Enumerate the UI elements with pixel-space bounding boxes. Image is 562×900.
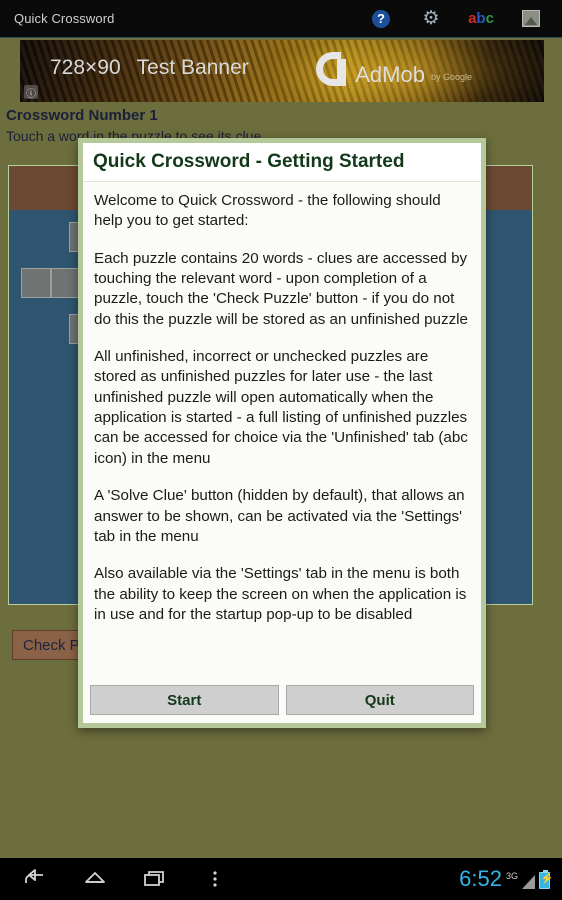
settings-gear-icon[interactable]: ⚙	[418, 6, 444, 32]
battery-charging-icon	[539, 870, 550, 889]
ad-banner-label: 728×90 Test Banner	[50, 56, 249, 80]
device-screen: Quick Crossword ? ⚙ abc 728×90 Test Banne…	[0, 0, 562, 900]
abc-letter-c: c	[485, 10, 494, 27]
ad-size-label: 728×90	[50, 56, 121, 79]
signal-strength-icon	[522, 875, 535, 889]
dialog-paragraph: A 'Solve Clue' button (hidden by default…	[94, 487, 465, 545]
dialog-button-row: Start Quit	[83, 679, 481, 723]
nav-key-group	[22, 866, 228, 892]
recent-apps-icon[interactable]	[142, 866, 168, 892]
page-title: Crossword Number 1	[6, 107, 158, 124]
app-title: Quick Crossword	[14, 11, 115, 26]
dialog-paragraph: All unfinished, incorrect or unchecked p…	[94, 348, 468, 467]
admob-wordmark: AdMob	[355, 61, 425, 87]
dialog-body: Welcome to Quick Crossword - the followi…	[83, 182, 481, 679]
admob-ad-banner[interactable]: 728×90 Test Banner AdMob by Google ⓘ	[20, 40, 544, 102]
settings-gear-icon-glyph: ⚙	[422, 8, 440, 29]
abc-letter-b: b	[476, 10, 486, 27]
dialog-paragraph: Also available via the 'Settings' tab in…	[94, 565, 467, 623]
grid-cell[interactable]	[21, 268, 51, 298]
dialog-paragraph: Each puzzle contains 20 words - clues ar…	[94, 249, 469, 328]
network-type-label: 3G	[505, 871, 518, 881]
ad-info-icon[interactable]: ⓘ	[24, 85, 38, 100]
status-clock: 6:52	[459, 866, 502, 891]
admob-by-google: by Google	[430, 72, 472, 82]
ad-test-banner-label: Test Banner	[136, 56, 249, 79]
dialog-paragraph: Welcome to Quick Crossword - the followi…	[94, 191, 441, 230]
picture-icon[interactable]	[518, 6, 544, 32]
admob-mark-icon	[316, 52, 347, 86]
system-navigation-bar: 6:52 3G	[0, 858, 562, 900]
dialog-title: Quick Crossword - Getting Started	[83, 143, 481, 182]
getting-started-dialog: Quick Crossword - Getting Started Welcom…	[78, 138, 486, 728]
grid-cell[interactable]	[51, 268, 81, 298]
admob-logo: AdMob by Google	[316, 52, 472, 86]
action-bar: Quick Crossword ? ⚙ abc	[0, 0, 562, 38]
unfinished-abc-icon[interactable]: abc	[468, 6, 494, 32]
status-indicators: 6:52 3G	[459, 868, 550, 890]
action-bar-icons: ? ⚙ abc	[368, 6, 544, 32]
start-button[interactable]: Start	[90, 685, 279, 715]
help-icon[interactable]: ?	[368, 6, 394, 32]
back-icon[interactable]	[22, 866, 48, 892]
home-icon[interactable]	[82, 866, 108, 892]
picture-icon-glyph	[522, 10, 540, 27]
abc-icon-letters: abc	[468, 11, 494, 26]
quit-button[interactable]: Quit	[285, 685, 474, 715]
dialog-surface: Quick Crossword - Getting Started Welcom…	[83, 143, 481, 723]
help-icon-glyph: ?	[372, 9, 390, 28]
overflow-menu-icon[interactable]	[202, 866, 228, 892]
